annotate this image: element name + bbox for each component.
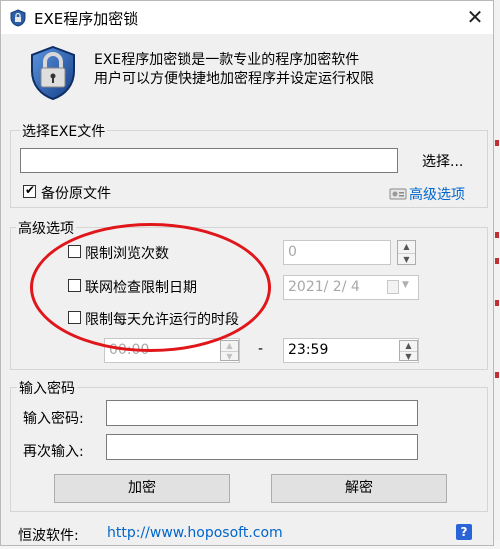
shield-lock-icon — [29, 45, 77, 105]
chevron-down-icon[interactable]: ▼ — [402, 280, 409, 290]
red-annotation-ellipse — [30, 223, 271, 352]
decrypt-button[interactable]: 解密 — [271, 474, 447, 503]
background-mark — [495, 258, 499, 264]
backup-label: 备份原文件 — [41, 186, 111, 202]
encrypt-button[interactable]: 加密 — [54, 474, 230, 503]
confirm-password-input[interactable] — [106, 434, 418, 460]
browse-button[interactable]: 选择... — [422, 151, 463, 171]
views-count-spinner[interactable]: ▲ ▼ — [397, 240, 416, 265]
start-time-spinner[interactable]: ▲ ▼ — [220, 340, 239, 361]
close-icon: ✕ — [466, 5, 484, 29]
background-window-strip — [494, 0, 500, 549]
spin-down-icon[interactable]: ▼ — [400, 350, 417, 362]
background-mark — [495, 372, 499, 378]
confirm-password-label: 再次输入: — [23, 444, 84, 460]
spin-up-icon[interactable]: ▲ — [221, 341, 238, 351]
select-exe-group-title: 选择EXE文件 — [20, 121, 108, 141]
password-input[interactable] — [106, 400, 418, 426]
description-line-1: EXE程序加密锁是一款专业的程序加密软件 — [94, 52, 360, 68]
background-mark — [495, 140, 499, 146]
background-mark — [495, 300, 499, 306]
end-time-spinner[interactable]: ▲ ▼ — [399, 340, 418, 361]
password-label: 输入密码: — [23, 411, 84, 427]
background-mark — [495, 232, 499, 238]
backup-checkbox[interactable]: ✔ — [23, 183, 36, 198]
description-line-2: 用户可以方便快捷地加密程序并设定运行权限 — [94, 71, 374, 87]
app-lock-icon — [10, 9, 26, 31]
time-separator: - — [258, 341, 264, 357]
calendar-icon[interactable] — [387, 280, 399, 294]
website-link[interactable]: http://www.hoposoft.com — [107, 525, 283, 541]
spin-up-icon[interactable]: ▲ — [400, 341, 417, 351]
encryptor-window: EXE程序加密锁 ✕ EXE程序加密锁是一款专业的程序加密软件 用户可以方便快捷… — [0, 0, 494, 546]
window-title: EXE程序加密锁 — [34, 10, 139, 28]
advanced-options-group-title: 高级选项 — [16, 218, 76, 238]
password-group-title: 输入密码 — [17, 378, 77, 398]
views-count-input[interactable]: 0 — [283, 240, 391, 265]
title-bar: EXE程序加密锁 ✕ — [1, 1, 493, 34]
help-icon[interactable]: ? — [456, 524, 472, 540]
close-button[interactable]: ✕ — [457, 1, 493, 34]
spin-down-icon[interactable]: ▼ — [398, 252, 415, 266]
spin-up-icon[interactable]: ▲ — [398, 241, 415, 253]
advanced-options-icon — [389, 186, 407, 206]
advanced-options-link[interactable]: 高级选项 — [409, 184, 465, 204]
spin-down-icon[interactable]: ▼ — [221, 350, 238, 362]
exe-path-input[interactable] — [20, 148, 398, 173]
company-label: 恒波软件: — [18, 528, 79, 544]
check-icon: ✔ — [25, 183, 36, 197]
